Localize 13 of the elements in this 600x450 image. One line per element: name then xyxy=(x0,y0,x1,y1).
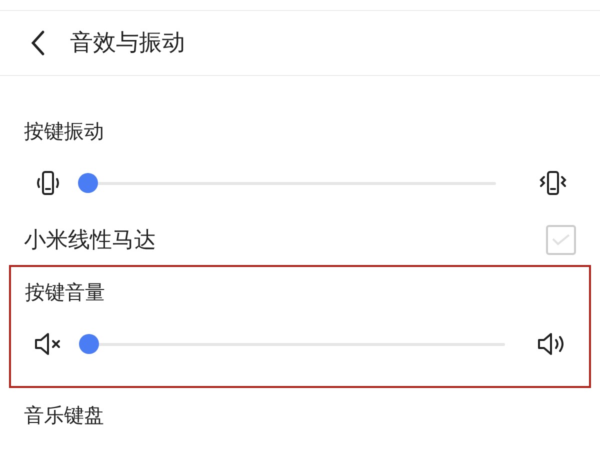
slider-thumb[interactable] xyxy=(79,334,99,354)
slider-thumb[interactable] xyxy=(78,173,98,193)
setting-label: 按键音量 xyxy=(25,280,105,304)
setting-label[interactable]: 音乐键盘 xyxy=(24,400,104,430)
setting-label: 按键振动 xyxy=(24,119,104,143)
setting-label: 小米线性马达 xyxy=(24,226,156,254)
slider-track[interactable] xyxy=(78,173,496,193)
back-icon[interactable] xyxy=(30,30,46,56)
page-title: 音效与振动 xyxy=(70,28,185,58)
strong-vibration-icon xyxy=(538,170,568,196)
slider-track[interactable] xyxy=(79,334,505,354)
checkbox[interactable] xyxy=(546,225,576,255)
check-icon xyxy=(552,234,570,246)
